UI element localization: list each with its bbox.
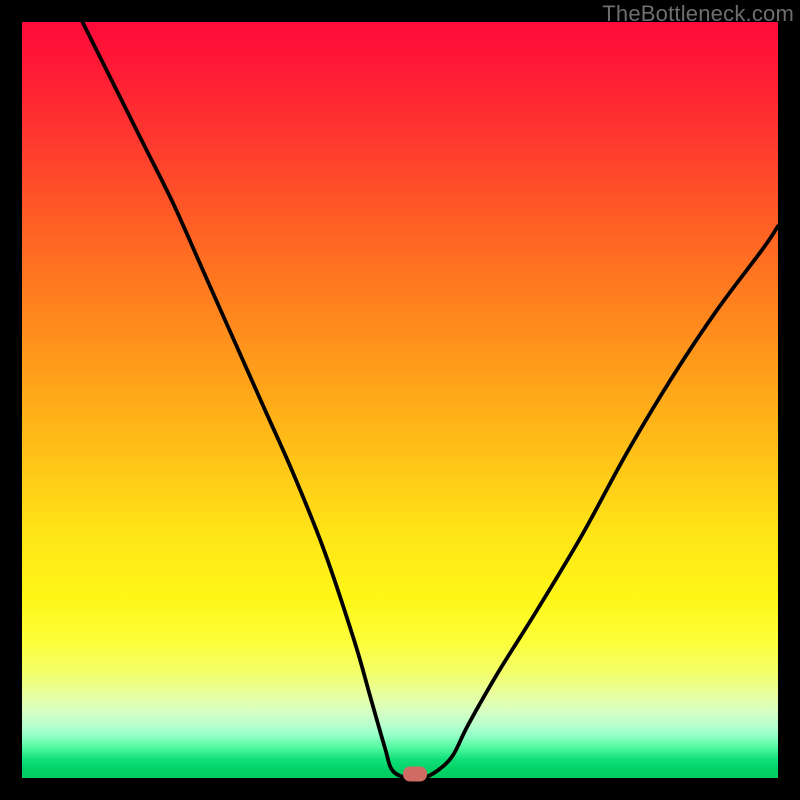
watermark-text: TheBottleneck.com [602, 1, 794, 27]
minimum-marker [403, 767, 427, 782]
curve-path [82, 22, 778, 779]
chart-frame: TheBottleneck.com [0, 0, 800, 800]
plot-area [22, 22, 778, 778]
bottleneck-curve [22, 22, 778, 778]
